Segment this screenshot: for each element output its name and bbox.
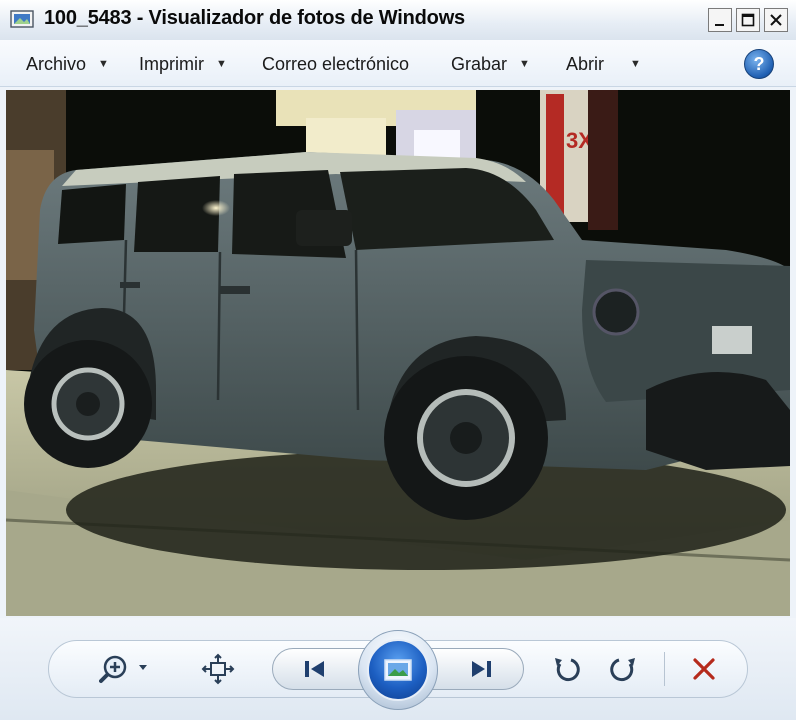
zoom-button[interactable]	[96, 652, 158, 686]
next-icon	[472, 661, 491, 677]
fit-to-window-button[interactable]	[198, 652, 238, 686]
fit-to-window-icon	[201, 653, 235, 685]
minimize-button[interactable]	[708, 8, 732, 32]
menu-archivo[interactable]: Archivo ▼	[26, 52, 109, 76]
dropdown-arrow-icon: ▼	[519, 58, 530, 70]
menu-correo-electronico[interactable]: Correo electrónico	[262, 52, 409, 76]
help-icon: ?	[753, 53, 765, 74]
photo-viewer-app-icon	[10, 10, 34, 28]
close-button[interactable]	[764, 8, 788, 32]
delete-button[interactable]	[686, 652, 722, 686]
menu-grabar[interactable]: Grabar ▼	[451, 52, 530, 76]
previous-button[interactable]	[292, 654, 338, 684]
rotate-clockwise-icon	[610, 658, 635, 682]
menu-label: Abrir	[566, 53, 605, 74]
rotate-counterclockwise-button[interactable]	[548, 652, 584, 686]
maximize-icon	[741, 13, 755, 27]
delete-icon	[693, 658, 715, 680]
bottom-toolbar	[0, 618, 796, 720]
rotate-clockwise-button[interactable]	[606, 652, 642, 686]
menu-label: Archivo	[26, 53, 87, 74]
photo-viewer-window: 100_5483 - Visualizador de fotos de Wind…	[0, 0, 796, 720]
photo-display: 3X	[6, 90, 790, 616]
close-icon	[770, 14, 782, 26]
menu-abrir[interactable]: Abrir ▼	[566, 52, 641, 76]
next-button[interactable]	[458, 654, 504, 684]
toolbar-divider	[664, 652, 665, 686]
slideshow-button[interactable]	[358, 630, 438, 710]
menu-label: Imprimir	[139, 53, 204, 74]
slideshow-icon	[384, 659, 412, 681]
menu-bar: Archivo ▼ Imprimir ▼ Correo electrónico …	[0, 40, 796, 87]
menu-label: Correo electrónico	[262, 53, 410, 74]
minimize-icon	[715, 24, 724, 26]
dropdown-arrow-icon: ▼	[98, 58, 109, 70]
slideshow-ring	[367, 639, 429, 701]
menu-imprimir[interactable]: Imprimir ▼	[139, 52, 227, 76]
help-button[interactable]: ?	[744, 49, 774, 79]
title-bar[interactable]: 100_5483 - Visualizador de fotos de Wind…	[0, 0, 796, 41]
zoom-icon	[99, 655, 147, 683]
menu-label: Grabar	[451, 53, 508, 74]
dropdown-arrow-icon: ▼	[216, 58, 227, 70]
maximize-button[interactable]	[736, 8, 760, 32]
dropdown-arrow-icon: ▼	[630, 58, 641, 70]
rotate-counterclockwise-icon	[555, 658, 580, 682]
vehicle-photo: 3X	[6, 90, 790, 616]
window-title: 100_5483 - Visualizador de fotos de Wind…	[44, 7, 465, 29]
previous-icon	[305, 661, 324, 677]
